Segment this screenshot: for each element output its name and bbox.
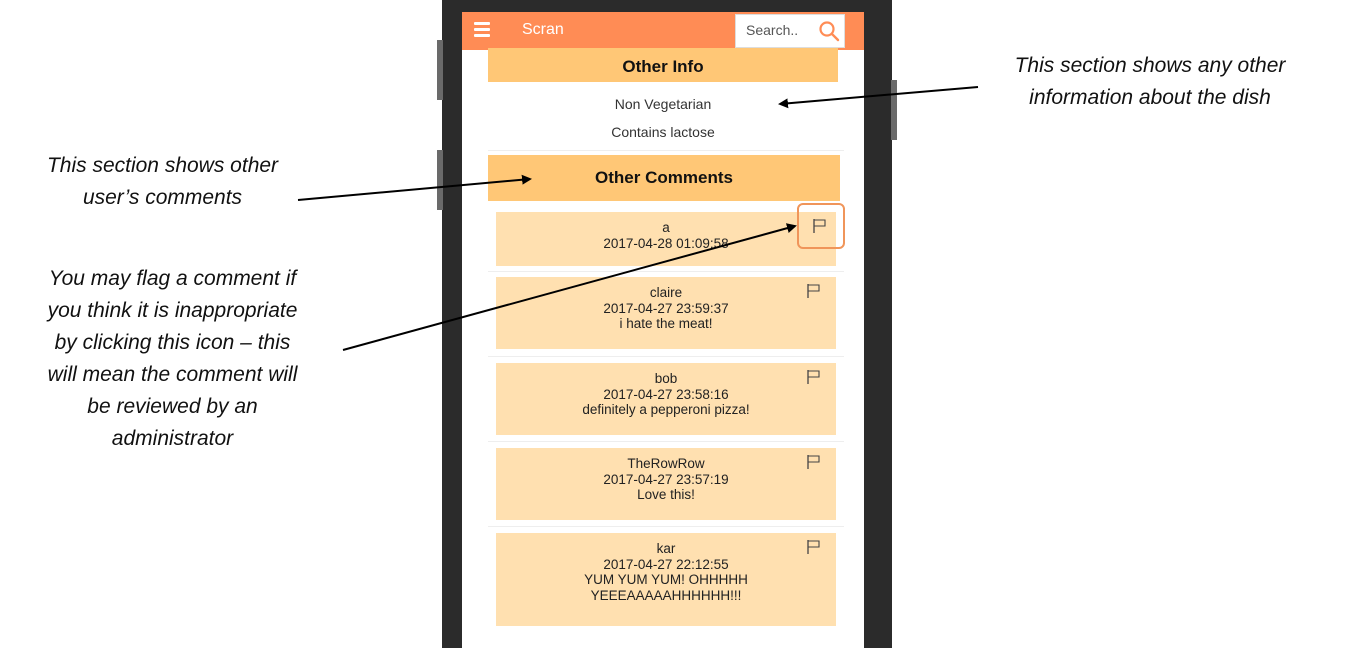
divider (488, 150, 844, 151)
comment-text: i hate the meat! (619, 316, 713, 331)
info-non-vegetarian: Non Vegetarian (614, 96, 712, 112)
flag-icon[interactable] (806, 454, 822, 470)
comment-text-line2: YEEEAAAAAHHHHHH!!! (590, 587, 742, 603)
annotation-line: This section shows other (46, 154, 279, 177)
other-comments-title: Other Comments (595, 168, 733, 187)
comment-user: TheRowRow (627, 456, 705, 471)
app-bar: Scran (462, 12, 864, 50)
divider (488, 271, 844, 272)
comment-card: bob 2017-04-27 23:58:16 definitely a pep… (496, 363, 836, 435)
flag-annotation: You may flag a comment if you think it i… (0, 263, 345, 455)
phone-screen: Scran Other Info Non Vegetarian Contains… (462, 12, 864, 648)
comment-timestamp: 2017-04-27 23:59:37 (603, 300, 729, 316)
annotation-line: user’s comments (82, 186, 243, 209)
comment-timestamp: 2017-04-27 23:58:16 (603, 386, 729, 402)
comment-user: a (662, 220, 670, 235)
comment-timestamp: 2017-04-27 23:57:19 (603, 471, 729, 487)
phone-side-button (891, 80, 897, 140)
phone-side-button (437, 40, 443, 100)
divider (488, 356, 844, 357)
comment-timestamp: 2017-04-27 22:12:55 (603, 556, 729, 572)
flag-highlight (797, 203, 845, 249)
phone-side-button (437, 150, 443, 210)
flag-icon[interactable] (806, 283, 822, 299)
comment-timestamp: 2017-04-28 01:09:58 (603, 235, 729, 251)
comment-card: kar 2017-04-27 22:12:55 YUM YUM YUM! OHH… (496, 533, 836, 626)
other-info-header: Other Info (488, 48, 838, 82)
flag-icon[interactable] (806, 369, 822, 385)
flag-icon[interactable] (806, 539, 822, 555)
annotation-line: You may flag a comment if (48, 267, 297, 290)
annotation-line: be reviewed by an (87, 395, 258, 418)
other-info-title: Other Info (622, 57, 704, 76)
annotation-line: you think it is inappropriate (47, 299, 298, 322)
comment-user: kar (656, 541, 676, 556)
info-lactose: Contains lactose (611, 124, 715, 140)
comment-card: TheRowRow 2017-04-27 23:57:19 Love this! (496, 448, 836, 520)
search-box[interactable] (735, 14, 845, 48)
divider (488, 441, 844, 442)
menu-icon[interactable] (474, 22, 490, 37)
annotation-line: This section shows any other (1014, 54, 1286, 77)
search-icon[interactable] (818, 20, 840, 42)
annotation-line: by clicking this icon – this (54, 331, 291, 354)
other-comments-header: Other Comments (488, 155, 840, 201)
comment-text: definitely a pepperoni pizza! (582, 402, 750, 417)
other-info-annotation: This section shows any other information… (950, 50, 1346, 114)
comment-card: claire 2017-04-27 23:59:37 i hate the me… (496, 277, 836, 349)
search-input[interactable] (746, 22, 808, 38)
annotation-line: information about the dish (1029, 86, 1271, 109)
divider (488, 526, 844, 527)
comment-user: bob (654, 371, 678, 386)
comment-card: a 2017-04-28 01:09:58 (496, 212, 836, 266)
comment-text: YUM YUM YUM! OHHHHH (584, 572, 748, 587)
comment-text: Love this! (637, 487, 695, 502)
app-title[interactable]: Scran (522, 21, 564, 39)
annotation-line: administrator (111, 427, 234, 450)
comment-user: claire (649, 285, 683, 300)
comments-annotation: This section shows other user’s comments (0, 150, 325, 214)
annotation-line: will mean the comment will (47, 363, 298, 386)
